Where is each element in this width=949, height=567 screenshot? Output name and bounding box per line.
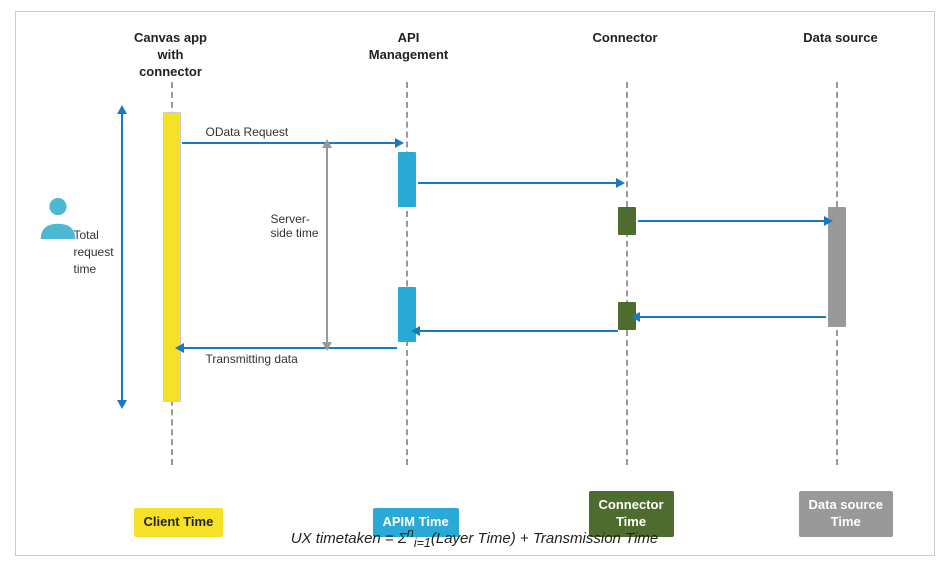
col-header-connector: Connector (588, 30, 663, 47)
person-icon (38, 197, 78, 246)
arrow-connector-to-apim (418, 330, 618, 332)
label-transmitting-data: Transmitting data (206, 352, 298, 366)
diagram-container: Canvas appwith connector API Management … (15, 11, 935, 556)
label-total-request-time: Totalrequesttime (74, 227, 114, 277)
arrow-odata-request (182, 142, 397, 144)
apim-time-block-top (398, 152, 416, 207)
label-odata-request: OData Request (206, 125, 289, 139)
arrow-apim-to-connector (418, 182, 618, 184)
col-header-apim: API Management (364, 30, 454, 64)
server-side-v-arrow (326, 146, 328, 344)
canvas-time-block (163, 112, 181, 402)
col-header-datasource: Data source (801, 30, 881, 47)
bottom-box-client: Client Time (134, 508, 224, 537)
col-header-canvas: Canvas appwith connector (126, 30, 216, 81)
bottom-box-datasource: Data sourceTime (799, 491, 893, 537)
label-server-side-time: Server-side time (271, 212, 319, 240)
lifeline-apim (406, 82, 408, 465)
arrow-datasource-to-connector (638, 316, 826, 318)
formula: UX timetaken = Σni=1(Layer Time) + Trans… (291, 526, 659, 550)
arrow-transmitting-data (182, 347, 397, 349)
arrow-connector-to-datasource (638, 220, 826, 222)
total-request-v-arrow (121, 112, 123, 402)
lifeline-connector (626, 82, 628, 465)
connector-time-block-top (618, 207, 636, 235)
